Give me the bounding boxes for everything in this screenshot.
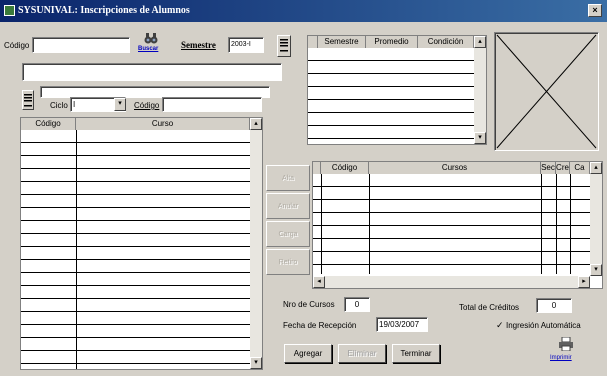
total-creditos-label: Total de Créditos xyxy=(459,303,520,312)
column-divider xyxy=(556,174,557,274)
vertical-scrollbar[interactable]: ▴ ▾ xyxy=(474,36,486,144)
column-header-cre[interactable]: Cre xyxy=(556,162,570,174)
carga-button[interactable]: Carga xyxy=(266,221,310,247)
ciclo-picker-button[interactable] xyxy=(22,90,34,110)
photo-frame xyxy=(494,32,599,151)
title-bar: SYSUNIVAL: Inscripciones de Alumnos × xyxy=(0,0,607,22)
column-header-promedio[interactable]: Promedio xyxy=(366,36,418,48)
buscar-label: Buscar xyxy=(138,46,159,52)
cursos-disponibles-grid[interactable]: Código Curso ▴ ▾ xyxy=(20,117,263,370)
semestre-picker-button[interactable] xyxy=(277,35,291,57)
list-icon xyxy=(280,39,288,52)
close-button[interactable]: × xyxy=(588,4,602,17)
ciclo-label: Ciclo xyxy=(50,101,68,110)
scroll-left-arrow[interactable]: ◂ xyxy=(313,276,325,288)
nro-cursos-label: Nro de Cursos xyxy=(283,300,335,309)
ciclo-dropdown-arrow[interactable]: ▾ xyxy=(114,98,126,111)
nro-cursos-field: 0 xyxy=(344,297,370,312)
column-header-codigo[interactable]: Código xyxy=(321,162,369,174)
total-creditos-field: 0 xyxy=(536,298,572,313)
column-divider xyxy=(76,130,77,369)
column-header-codigo[interactable]: Código xyxy=(21,118,76,130)
cursos-inscritos-grid[interactable]: Código Cursos Sec Cre Ca ▴ ▾ ◂ ▸ xyxy=(312,161,603,289)
list-icon xyxy=(24,94,32,107)
codigo-input[interactable] xyxy=(32,37,130,53)
alta-button[interactable]: Alta xyxy=(266,165,310,191)
terminar-button[interactable]: Terminar xyxy=(392,344,440,363)
app-icon xyxy=(4,5,15,16)
fecha-recepcion-field: 19/03/2007 xyxy=(376,317,428,332)
grid-rows[interactable] xyxy=(313,174,590,274)
codigo-label: Código xyxy=(4,41,30,50)
binoculars-icon xyxy=(144,33,158,44)
column-header-semestre[interactable]: Semestre xyxy=(318,36,366,48)
scroll-down-arrow[interactable]: ▾ xyxy=(250,357,262,369)
scroll-up-arrow[interactable]: ▴ xyxy=(590,162,602,174)
buscar-button[interactable]: Buscar xyxy=(138,32,162,58)
column-header-condicion[interactable]: Condición xyxy=(418,36,474,48)
semestre-input[interactable]: 2003-I xyxy=(228,37,264,53)
scroll-right-arrow[interactable]: ▸ xyxy=(578,276,590,288)
retiro-button[interactable]: Retiro xyxy=(266,249,310,275)
horizontal-scrollbar[interactable]: ◂ ▸ xyxy=(313,276,590,288)
scroll-down-arrow[interactable]: ▾ xyxy=(474,132,486,144)
eliminar-button[interactable]: Eliminar xyxy=(338,344,386,363)
vertical-scrollbar[interactable]: ▴ ▾ xyxy=(590,162,602,276)
semestre-label: Semestre xyxy=(181,40,216,50)
scroll-up-arrow[interactable]: ▴ xyxy=(474,36,486,48)
column-divider xyxy=(570,174,571,274)
imprimir-button[interactable]: Imprimir xyxy=(536,335,596,369)
imprimir-label: Imprimir xyxy=(550,355,572,361)
column-header-cursos[interactable]: Cursos xyxy=(369,162,541,174)
ingresion-automatica-checkbox[interactable]: ✓ Ingresión Automática xyxy=(496,320,606,332)
column-divider xyxy=(369,174,370,274)
row-selector-header xyxy=(313,162,321,174)
nombre-alumno-field xyxy=(22,63,282,81)
printer-icon xyxy=(559,337,573,351)
row-selector-header xyxy=(308,36,318,48)
checkmark-icon: ✓ xyxy=(496,320,504,330)
scroll-up-arrow[interactable]: ▴ xyxy=(250,118,262,130)
fecha-recepcion-label: Fecha de Recepción xyxy=(283,321,357,330)
grid-rows[interactable] xyxy=(21,130,250,369)
anular-button[interactable]: Anular xyxy=(266,193,310,219)
window-title: SYSUNIVAL: Inscripciones de Alumnos xyxy=(18,5,190,16)
codigo-curso-input[interactable] xyxy=(162,97,262,112)
photo-placeholder-icon xyxy=(496,34,597,149)
scroll-down-arrow[interactable]: ▾ xyxy=(590,264,602,276)
grid-rows[interactable] xyxy=(308,48,474,144)
column-header-sec[interactable]: Sec xyxy=(541,162,556,174)
agregar-button[interactable]: Agregar xyxy=(284,344,332,363)
column-header-curso[interactable]: Curso xyxy=(76,118,250,130)
column-divider xyxy=(541,174,542,274)
ingresion-automatica-label: Ingresión Automática xyxy=(506,321,581,330)
codigo-curso-label: Código xyxy=(134,101,160,110)
vertical-scrollbar[interactable]: ▴ ▾ xyxy=(250,118,262,369)
column-header-ca[interactable]: Ca xyxy=(570,162,590,174)
historial-grid[interactable]: Semestre Promedio Condición ▴ ▾ xyxy=(307,35,487,145)
column-divider xyxy=(321,174,322,274)
